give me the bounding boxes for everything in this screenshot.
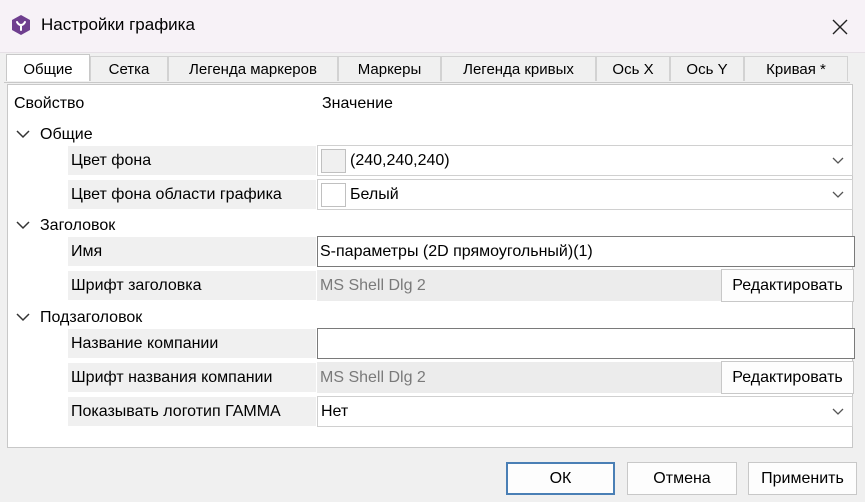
chevron-down-icon bbox=[16, 221, 30, 230]
tab-curve-legend[interactable]: Легенда кривых bbox=[441, 56, 596, 81]
cancel-button[interactable]: Отмена bbox=[627, 462, 737, 495]
title-name-input[interactable]: S-параметры (2D прямоугольный)(1) bbox=[317, 236, 855, 267]
plot-bg-color-value: Белый bbox=[350, 186, 399, 203]
tab-general[interactable]: Общие bbox=[6, 54, 90, 81]
tab-markers[interactable]: Маркеры bbox=[338, 56, 441, 81]
header-property: Свойство bbox=[14, 95, 85, 112]
tab-axis-y[interactable]: Ось Y bbox=[670, 56, 744, 81]
title-font-value: MS Shell Dlg 2 bbox=[317, 270, 721, 301]
property-name-bg-color: Цвет фона bbox=[68, 146, 316, 175]
tab-grid[interactable]: Сетка bbox=[90, 56, 168, 81]
tab-curve[interactable]: Кривая * bbox=[744, 56, 848, 81]
chevron-down-icon bbox=[16, 130, 30, 139]
company-font-value: MS Shell Dlg 2 bbox=[317, 362, 721, 393]
ok-button[interactable]: ОК bbox=[506, 462, 615, 495]
bg-color-select[interactable]: (240,240,240) bbox=[317, 145, 853, 176]
app-logo-icon bbox=[10, 14, 32, 36]
group-label: Подзаголовок bbox=[40, 309, 143, 326]
tab-axis-x[interactable]: Ось X bbox=[596, 56, 670, 81]
tab-marker-legend[interactable]: Легенда маркеров bbox=[168, 56, 338, 81]
chevron-down-icon bbox=[832, 408, 844, 415]
property-grid: Свойство Значение Общие Цвет фона (240,2… bbox=[7, 84, 855, 448]
edit-company-font-button[interactable]: Редактировать bbox=[721, 361, 854, 394]
edit-title-font-button[interactable]: Редактировать bbox=[721, 269, 854, 302]
chevron-down-icon bbox=[832, 191, 844, 198]
property-name-plot-bg-color: Цвет фона области графика bbox=[68, 180, 316, 209]
property-name-company-name: Название компании bbox=[68, 329, 316, 358]
color-swatch bbox=[321, 149, 346, 173]
apply-button[interactable]: Применить bbox=[748, 462, 857, 495]
chevron-down-icon bbox=[832, 157, 844, 164]
property-name-title-font: Шрифт заголовка bbox=[68, 271, 316, 300]
property-name-title-name: Имя bbox=[68, 237, 316, 266]
show-logo-value: Нет bbox=[321, 403, 349, 420]
chevron-down-icon bbox=[16, 313, 30, 322]
company-name-input[interactable] bbox=[317, 328, 855, 359]
bg-color-value: (240,240,240) bbox=[350, 152, 450, 169]
group-label: Общие bbox=[40, 126, 93, 143]
plot-bg-color-select[interactable]: Белый bbox=[317, 179, 853, 210]
color-swatch bbox=[321, 183, 346, 207]
header-value: Значение bbox=[322, 95, 393, 112]
tab-strip: Общие Сетка Легенда маркеров Маркеры Лег… bbox=[4, 54, 850, 83]
group-subtitle[interactable]: Подзаголовок bbox=[8, 305, 308, 331]
property-name-company-font: Шрифт названия компании bbox=[68, 363, 316, 392]
window-title: Настройки графика bbox=[41, 15, 195, 34]
close-button[interactable] bbox=[825, 12, 855, 42]
title-bar: Настройки графика bbox=[0, 0, 865, 53]
property-name-show-logo: Показывать логотип ГАММА bbox=[68, 397, 316, 426]
close-icon bbox=[832, 19, 848, 35]
group-title[interactable]: Заголовок bbox=[8, 213, 308, 239]
group-label: Заголовок bbox=[40, 217, 116, 234]
group-general[interactable]: Общие bbox=[8, 122, 308, 148]
show-logo-select[interactable]: Нет bbox=[317, 396, 853, 427]
